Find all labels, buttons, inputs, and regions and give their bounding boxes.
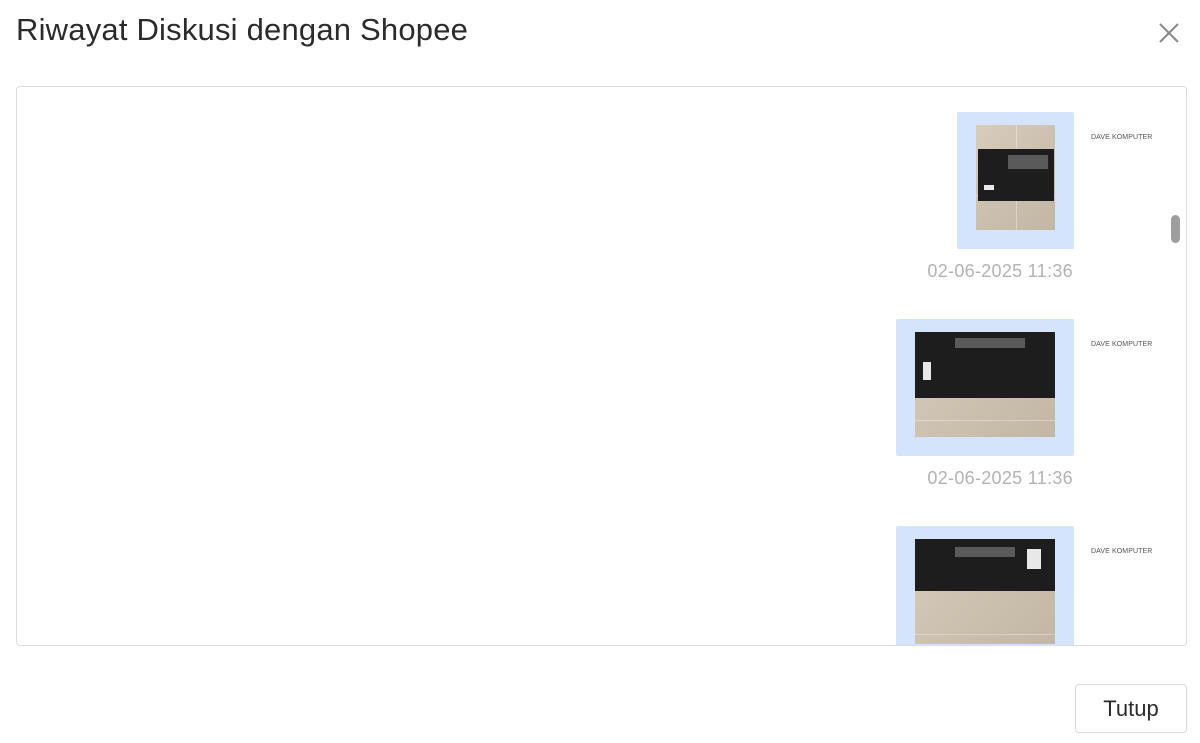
message-list[interactable]: DAVE KOMPUTER 02-06-2025 11:36 DAVE KOMP…: [17, 87, 1186, 645]
sender-name: DAVE KOMPUTER: [1091, 341, 1153, 348]
image-attachment-bubble[interactable]: [896, 319, 1074, 456]
product-photo[interactable]: [915, 332, 1055, 437]
product-photo[interactable]: [976, 125, 1055, 230]
chat-history-panel[interactable]: DAVE KOMPUTER 02-06-2025 11:36 DAVE KOMP…: [16, 86, 1187, 646]
message-item: DAVE KOMPUTER 02-06-2025 11:36: [17, 87, 1186, 287]
message-timestamp: 02-06-2025 11:36: [927, 468, 1073, 488]
modal-title: Riwayat Diskusi dengan Shopee: [16, 12, 469, 47]
close-button-footer[interactable]: Tutup: [1075, 684, 1187, 733]
chat-history-modal: Riwayat Diskusi dengan Shopee DAVE KOMPU…: [0, 0, 1200, 743]
message-timestamp: 02-06-2025 11:36: [927, 261, 1073, 281]
message-item: DAVE KOMPUTER: [17, 501, 1186, 645]
image-attachment-bubble[interactable]: [896, 526, 1074, 645]
product-photo[interactable]: [915, 539, 1055, 644]
message-item: DAVE KOMPUTER 02-06-2025 11:36: [17, 294, 1186, 494]
close-button[interactable]: [1154, 18, 1184, 48]
close-icon: [1159, 23, 1179, 43]
image-attachment-bubble[interactable]: [957, 112, 1074, 249]
sender-name: DAVE KOMPUTER: [1091, 134, 1153, 141]
sender-name: DAVE KOMPUTER: [1091, 548, 1153, 555]
scrollbar-thumb[interactable]: [1171, 215, 1180, 243]
